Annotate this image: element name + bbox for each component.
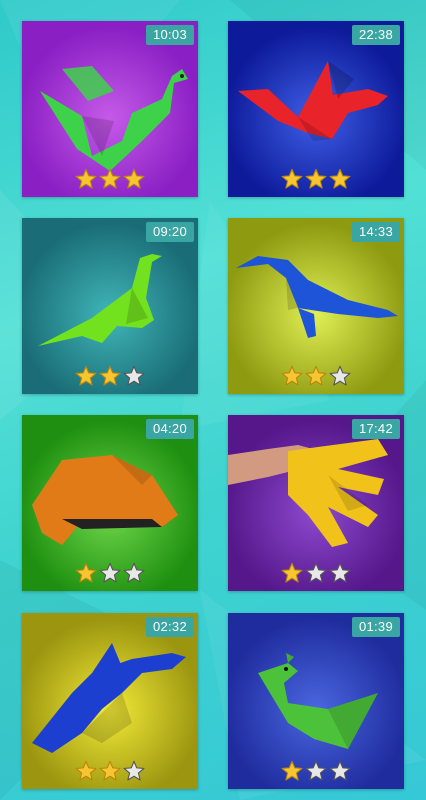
star-filled-icon — [281, 365, 303, 389]
star-empty-icon — [329, 365, 351, 389]
difficulty-rating — [22, 365, 198, 389]
duration-badge: 10:03 — [145, 25, 194, 45]
star-filled-icon — [305, 365, 327, 389]
star-filled-icon — [123, 168, 145, 192]
duration-badge: 09:20 — [145, 222, 194, 242]
star-empty-icon — [99, 562, 121, 586]
star-filled-icon — [281, 168, 303, 192]
star-filled-icon — [99, 365, 121, 389]
duration-badge: 01:39 — [351, 617, 400, 637]
star-empty-icon — [305, 562, 327, 586]
star-filled-icon — [75, 168, 97, 192]
star-filled-icon — [281, 562, 303, 586]
lesson-card-dino-blue[interactable]: 14:33 — [228, 218, 404, 394]
star-filled-icon — [99, 168, 121, 192]
duration-badge: 02:32 — [145, 617, 194, 637]
star-empty-icon — [305, 760, 327, 784]
difficulty-rating — [22, 760, 198, 784]
star-filled-icon — [281, 760, 303, 784]
duration-badge: 17:42 — [351, 419, 400, 439]
star-filled-icon — [75, 760, 97, 784]
star-filled-icon — [329, 168, 351, 192]
difficulty-rating — [228, 760, 404, 784]
lesson-card-dragon-flying-blue[interactable]: 02:32 — [22, 613, 198, 789]
star-empty-icon — [329, 760, 351, 784]
star-filled-icon — [99, 760, 121, 784]
lesson-card-dragon-head-orange[interactable]: 04:20 — [22, 415, 198, 591]
star-empty-icon — [123, 562, 145, 586]
difficulty-rating — [228, 562, 404, 586]
lesson-card-bird-green[interactable]: 01:39 — [228, 613, 404, 789]
difficulty-rating — [22, 168, 198, 192]
lesson-card-dragon-red[interactable]: 22:38 — [228, 21, 404, 197]
lesson-card-dragon-green[interactable]: 10:03 — [22, 21, 198, 197]
star-empty-icon — [123, 760, 145, 784]
duration-badge: 14:33 — [351, 222, 400, 242]
star-filled-icon — [75, 562, 97, 586]
difficulty-rating — [22, 562, 198, 586]
lesson-card-dragon-claws-yellow[interactable]: 17:42 — [228, 415, 404, 591]
duration-badge: 22:38 — [351, 25, 400, 45]
difficulty-rating — [228, 168, 404, 192]
lesson-grid: 10:03 22:38 09:20 14:33 04:20 17:42 02:3… — [0, 0, 426, 800]
duration-badge: 04:20 — [145, 419, 194, 439]
star-filled-icon — [75, 365, 97, 389]
star-empty-icon — [123, 365, 145, 389]
difficulty-rating — [228, 365, 404, 389]
star-filled-icon — [305, 168, 327, 192]
star-empty-icon — [329, 562, 351, 586]
lesson-card-dino-green[interactable]: 09:20 — [22, 218, 198, 394]
